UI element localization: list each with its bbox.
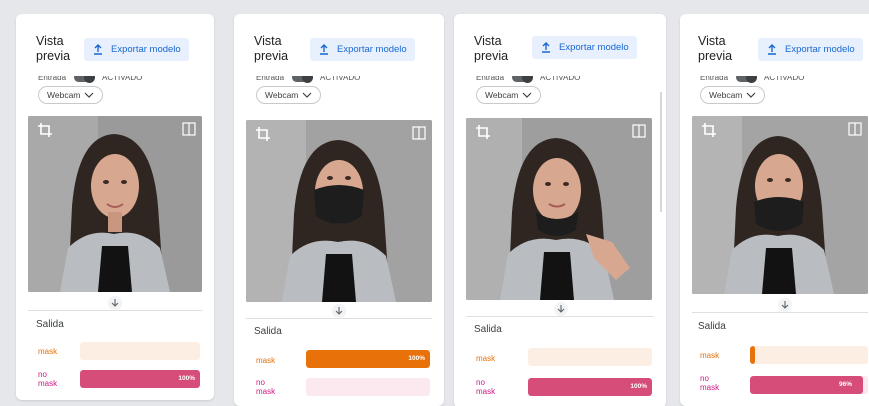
panel-title: Vista previa [698,34,733,63]
output-label: Salida [474,324,502,335]
panel-header: Vista previa Exportar modelo [234,14,444,76]
flip-icon[interactable] [848,122,862,136]
class-label-no-mask: no mask [38,370,58,388]
webcam-frame [246,120,432,302]
divider [246,318,432,319]
webcam-video [692,116,868,294]
preview-panel-3: Vista previa Exportar modelo Entrada ACTIV… [454,14,666,406]
class-label-no-mask: no mask [700,374,720,392]
webcam-select-value: Webcam [47,90,81,100]
webcam-video [246,120,432,302]
webcam-frame [28,116,202,292]
confidence-percent: 96% [838,381,852,388]
confidence-bar-mask [528,348,652,366]
class-label-mask: mask [38,347,58,356]
confidence-percent: 100% [408,355,425,362]
confidence-bar-no-mask: 96% [750,376,868,394]
webcam-select-value: Webcam [265,90,299,100]
flip-icon[interactable] [632,124,646,138]
arrow-down-icon [332,304,346,318]
upload-icon [90,43,106,57]
preview-panel-4: Vista previa Exportar modelo Entrada ACTIV… [680,14,869,406]
export-model-button[interactable]: Exportar modelo [84,38,189,61]
arrow-down-icon [108,296,122,310]
webcam-select[interactable]: Webcam [700,86,766,104]
divider [28,310,202,311]
divider [692,312,868,313]
confidence-bar-no-mask: 100% [80,370,200,388]
class-label-no-mask: no mask [476,378,496,396]
chevron-down-icon [84,90,94,100]
divider [466,316,654,317]
crop-icon[interactable] [475,124,491,140]
panel-title: Vista previa [254,34,289,63]
webcam-frame [466,118,652,300]
webcam-select-value: Webcam [709,90,743,100]
confidence-percent: 100% [630,383,647,390]
panel-header: Vista previa Exportar modelo [16,14,214,76]
class-label-mask: mask [700,351,720,360]
upload-icon [538,41,554,55]
webcam-select[interactable]: Webcam [38,86,104,104]
chevron-down-icon [746,90,756,100]
panel-header: Vista previa Exportar modelo [680,14,869,76]
confidence-bar-no-mask [306,378,430,396]
arrow-down-icon [778,298,792,312]
arrow-down-icon [554,302,568,316]
preview-panel-1: Vista previa Exportar modelo Entrada ACTIV… [16,14,214,400]
class-label-mask: mask [256,356,276,365]
confidence-bar-mask: 100% [306,350,430,368]
confidence-percent: 100% [178,375,195,382]
export-label: Exportar modelo [559,42,629,53]
panel-title: Vista previa [474,34,509,63]
preview-panel-2: Vista previa Exportar modelo Entrada ACTIV… [234,14,444,406]
webcam-video [28,116,202,292]
flip-icon[interactable] [412,126,426,140]
webcam-select[interactable]: Webcam [476,86,542,104]
confidence-bar-mask [80,342,200,360]
confidence-fill [750,346,755,364]
webcam-select-value: Webcam [485,90,519,100]
confidence-bar-no-mask: 100% [528,378,652,396]
crop-icon[interactable] [37,122,53,138]
flip-icon[interactable] [182,122,196,136]
export-model-button[interactable]: Exportar modelo [310,38,415,61]
export-model-button[interactable]: Exportar modelo [758,38,863,61]
export-label: Exportar modelo [785,44,855,55]
export-model-button[interactable]: Exportar modelo [532,36,637,59]
export-label: Exportar modelo [111,44,181,55]
class-label-no-mask: no mask [256,378,276,396]
class-label-mask: mask [476,354,496,363]
webcam-select[interactable]: Webcam [256,86,322,104]
export-label: Exportar modelo [337,44,407,55]
chevron-down-icon [302,90,312,100]
output-label: Salida [698,321,726,332]
scrollbar[interactable] [660,92,662,212]
crop-icon[interactable] [255,126,271,142]
output-label: Salida [36,319,64,330]
panel-header: Vista previa Exportar modelo [454,14,666,76]
chevron-down-icon [522,90,532,100]
crop-icon[interactable] [701,122,717,138]
confidence-bar-mask [750,346,868,364]
teachable-machine-previews: Vista previa Exportar modelo Entrada ACTIV… [0,0,869,406]
output-label: Salida [254,326,282,337]
upload-icon [316,43,332,57]
webcam-frame [692,116,868,294]
webcam-video [466,118,652,300]
upload-icon [764,43,780,57]
